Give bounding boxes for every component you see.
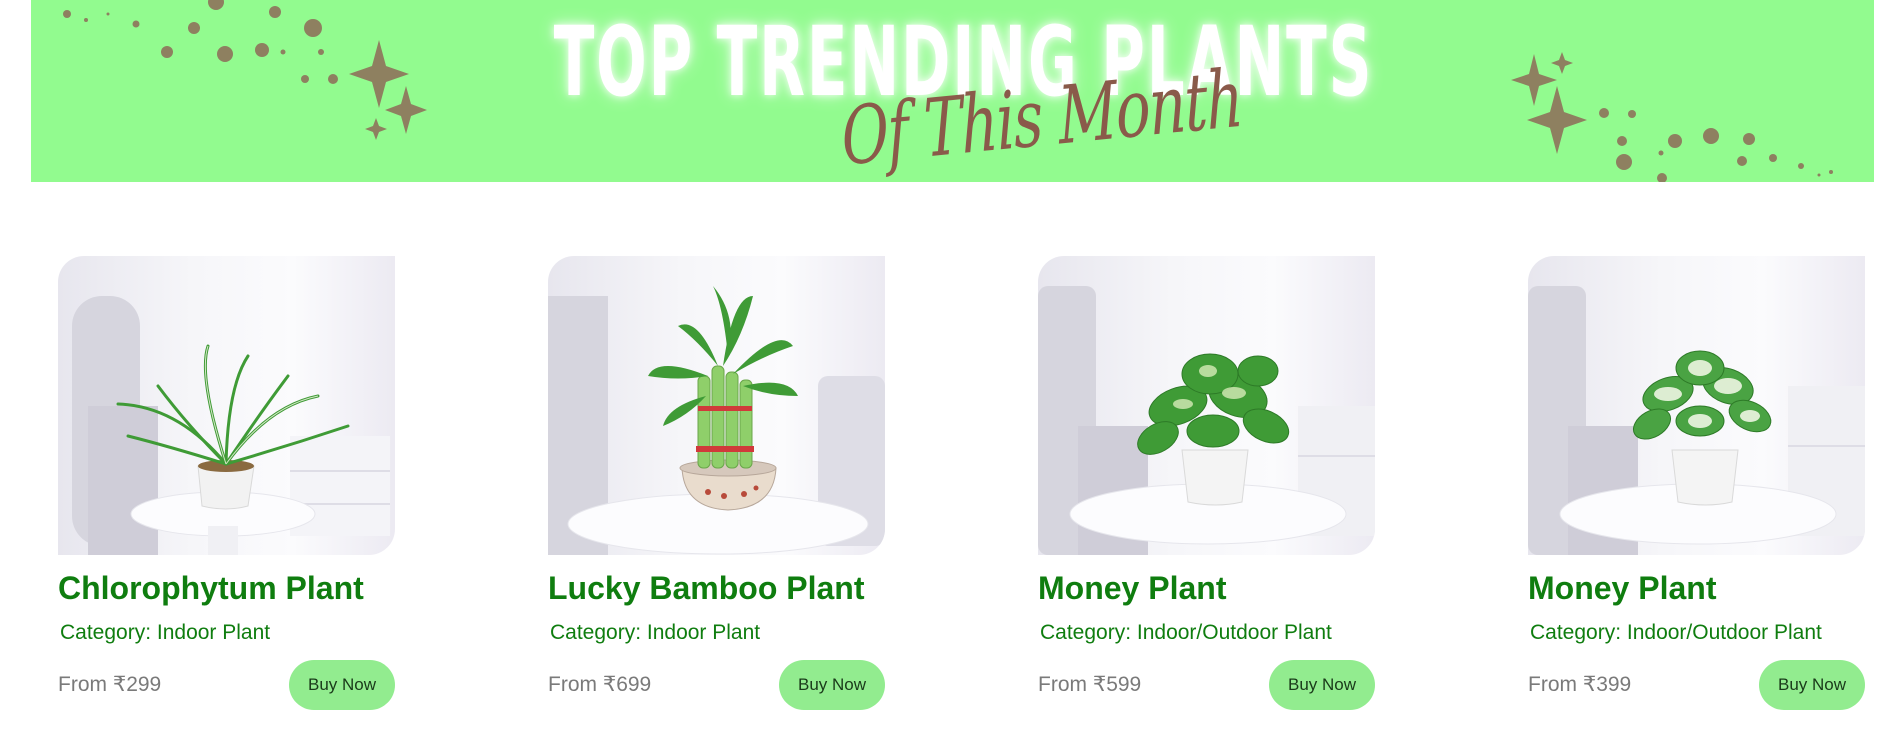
buy-now-button[interactable]: Buy Now: [289, 660, 395, 710]
product-name[interactable]: Chlorophytum Plant: [58, 570, 478, 607]
chlorophytum-plant-image: [72, 296, 390, 555]
product-price: From ₹299: [58, 673, 162, 696]
product-price: From ₹399: [1528, 673, 1632, 696]
product-name[interactable]: Lucky Bamboo Plant: [548, 570, 968, 607]
lucky-bamboo-plant-image: [548, 286, 885, 555]
product-image[interactable]: [548, 256, 885, 555]
money-plant-variegated-image: [1528, 286, 1865, 555]
buy-now-button[interactable]: Buy Now: [779, 660, 885, 710]
product-image[interactable]: [58, 256, 395, 555]
product-category: Category: Indoor Plant: [60, 621, 271, 644]
product-category: Category: Indoor/Outdoor Plant: [1530, 621, 1822, 644]
product-image[interactable]: [1038, 256, 1375, 555]
buy-now-button[interactable]: Buy Now: [1269, 660, 1375, 710]
product-image[interactable]: [1528, 256, 1865, 555]
money-plant-image: [1038, 286, 1375, 555]
buy-now-button[interactable]: Buy Now: [1759, 660, 1865, 710]
product-category: Category: Indoor Plant: [550, 621, 761, 644]
product-category: Category: Indoor/Outdoor Plant: [1040, 621, 1332, 644]
product-price: From ₹599: [1038, 673, 1142, 696]
trending-banner: TOP TRENDING PLANTS Of This Month: [31, 0, 1874, 182]
product-name[interactable]: Money Plant: [1528, 570, 1898, 607]
product-price: From ₹699: [548, 673, 652, 696]
product-name[interactable]: Money Plant: [1038, 570, 1458, 607]
